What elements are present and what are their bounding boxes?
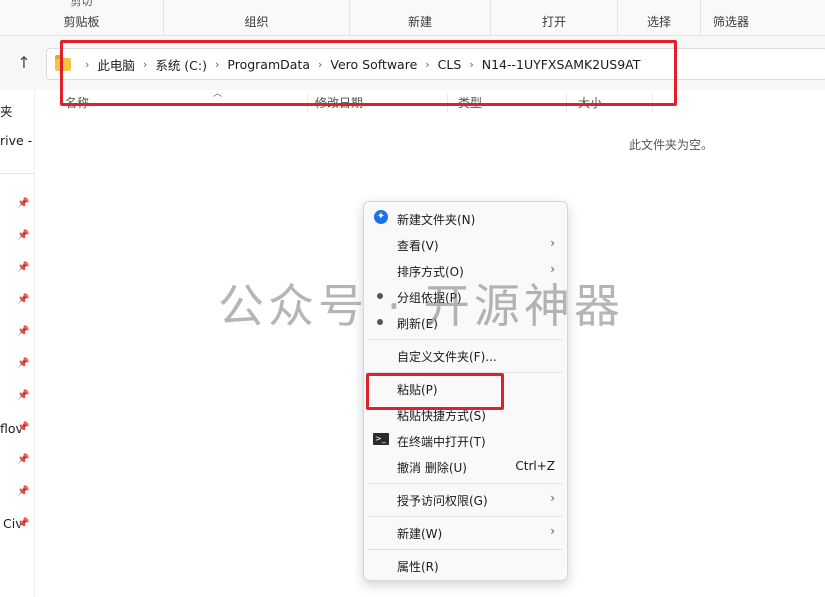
pin-icon[interactable]: 📌 [17,294,29,306]
menu-item-new-folder[interactable]: ✦ 新建文件夹(N) [368,206,563,230]
menu-item-grant-access[interactable]: 授予访问权限(G) › [368,487,563,511]
highlight-box-paste [366,373,504,410]
menu-item-label: 新建文件夹(N) [397,213,476,227]
chevron-right-icon: › [550,524,555,538]
menu-item-open-terminal[interactable]: >_ 在终端中打开(T) [368,428,563,452]
pin-icon[interactable]: 📌 [17,230,29,242]
nav-divider [0,173,34,174]
chevron-right-icon: › [550,491,555,505]
menu-separator [368,549,563,550]
menu-item-label: 新建(W) [397,527,443,541]
bullet-icon [377,319,383,325]
menu-item-undo-delete[interactable]: 撤消 删除(U) Ctrl+Z [368,454,563,478]
menu-item-label: 分组依据(P) [397,291,462,305]
menu-item-view[interactable]: 查看(V) › [368,232,563,256]
pin-icon[interactable]: 📌 [17,518,29,530]
ribbon-caption-new: 新建 [407,15,432,29]
menu-item-label: 属性(R) [397,560,439,574]
shortcut-label: Ctrl+Z [515,459,555,473]
empty-folder-message: 此文件夹为空。 [629,138,714,152]
menu-separator [368,483,563,484]
ribbon-caption-clipboard: 剪贴板 [63,15,100,29]
navigation-pane: 夹 rive - 📌 📌 📌 📌 📌 📌 📌 flov 📌 📌 📌 Civ 📌 [0,90,35,597]
menu-item-label: 排序方式(O) [397,265,464,279]
menu-item-label: 在终端中打开(T) [397,435,486,449]
menu-separator [368,516,563,517]
ribbon-caption-select: 选择 [646,15,671,29]
terminal-icon: >_ [373,433,389,445]
pin-icon[interactable]: 📌 [17,390,29,402]
menu-item-label: 刷新(E) [397,317,438,331]
nav-item-onedrive[interactable]: rive - [0,133,32,148]
nav-item-label[interactable]: 夹 [0,101,13,120]
ribbon-caption-organize: 组织 [244,15,269,29]
menu-separator [368,339,563,340]
chevron-right-icon: › [550,236,555,250]
new-folder-icon: ✦ [374,210,388,224]
menu-item-group-by[interactable]: 分组依据(P) [368,284,563,308]
ribbon-group-clipboard: 剪切 剪贴板 [0,0,164,35]
ribbon-group-organize: 组织 [164,0,350,35]
pin-icon[interactable]: 📌 [17,198,29,210]
menu-item-label: 自定义文件夹(F)... [397,350,497,364]
ribbon-cut-label[interactable]: 剪切 [0,0,163,9]
ribbon-group-open: 打开 [491,0,618,35]
ribbon-group-new: 新建 [350,0,491,35]
menu-item-properties[interactable]: 属性(R) [368,553,563,577]
menu-item-label: 授予访问权限(G) [397,494,488,508]
pin-icon[interactable]: 📌 [17,454,29,466]
ribbon-group-filter: 筛选器 [701,0,761,35]
bullet-icon [377,293,383,299]
pin-icon[interactable]: 📌 [17,422,29,434]
ribbon-caption-open: 打开 [541,15,566,29]
pin-icon[interactable]: 📌 [17,262,29,274]
pin-icon[interactable]: 📌 [17,358,29,370]
up-arrow-icon[interactable]: ↑ [14,53,34,73]
ribbon: 剪切 剪贴板 组织 新建 打开 选择 筛选器 [0,0,825,36]
menu-item-customize-folder[interactable]: 自定义文件夹(F)... [368,343,563,367]
ribbon-group-select: 选择 [618,0,701,35]
menu-item-label: 撤消 删除(U) [397,461,467,475]
highlight-box-address [60,40,677,106]
menu-item-refresh[interactable]: 刷新(E) [368,310,563,334]
pin-icon[interactable]: 📌 [17,486,29,498]
ribbon-caption-filter: 筛选器 [712,15,749,29]
pin-icon[interactable]: 📌 [17,326,29,338]
chevron-right-icon: › [550,262,555,276]
menu-item-label: 查看(V) [397,239,439,253]
menu-item-sort-by[interactable]: 排序方式(O) › [368,258,563,282]
menu-item-new[interactable]: 新建(W) › [368,520,563,544]
